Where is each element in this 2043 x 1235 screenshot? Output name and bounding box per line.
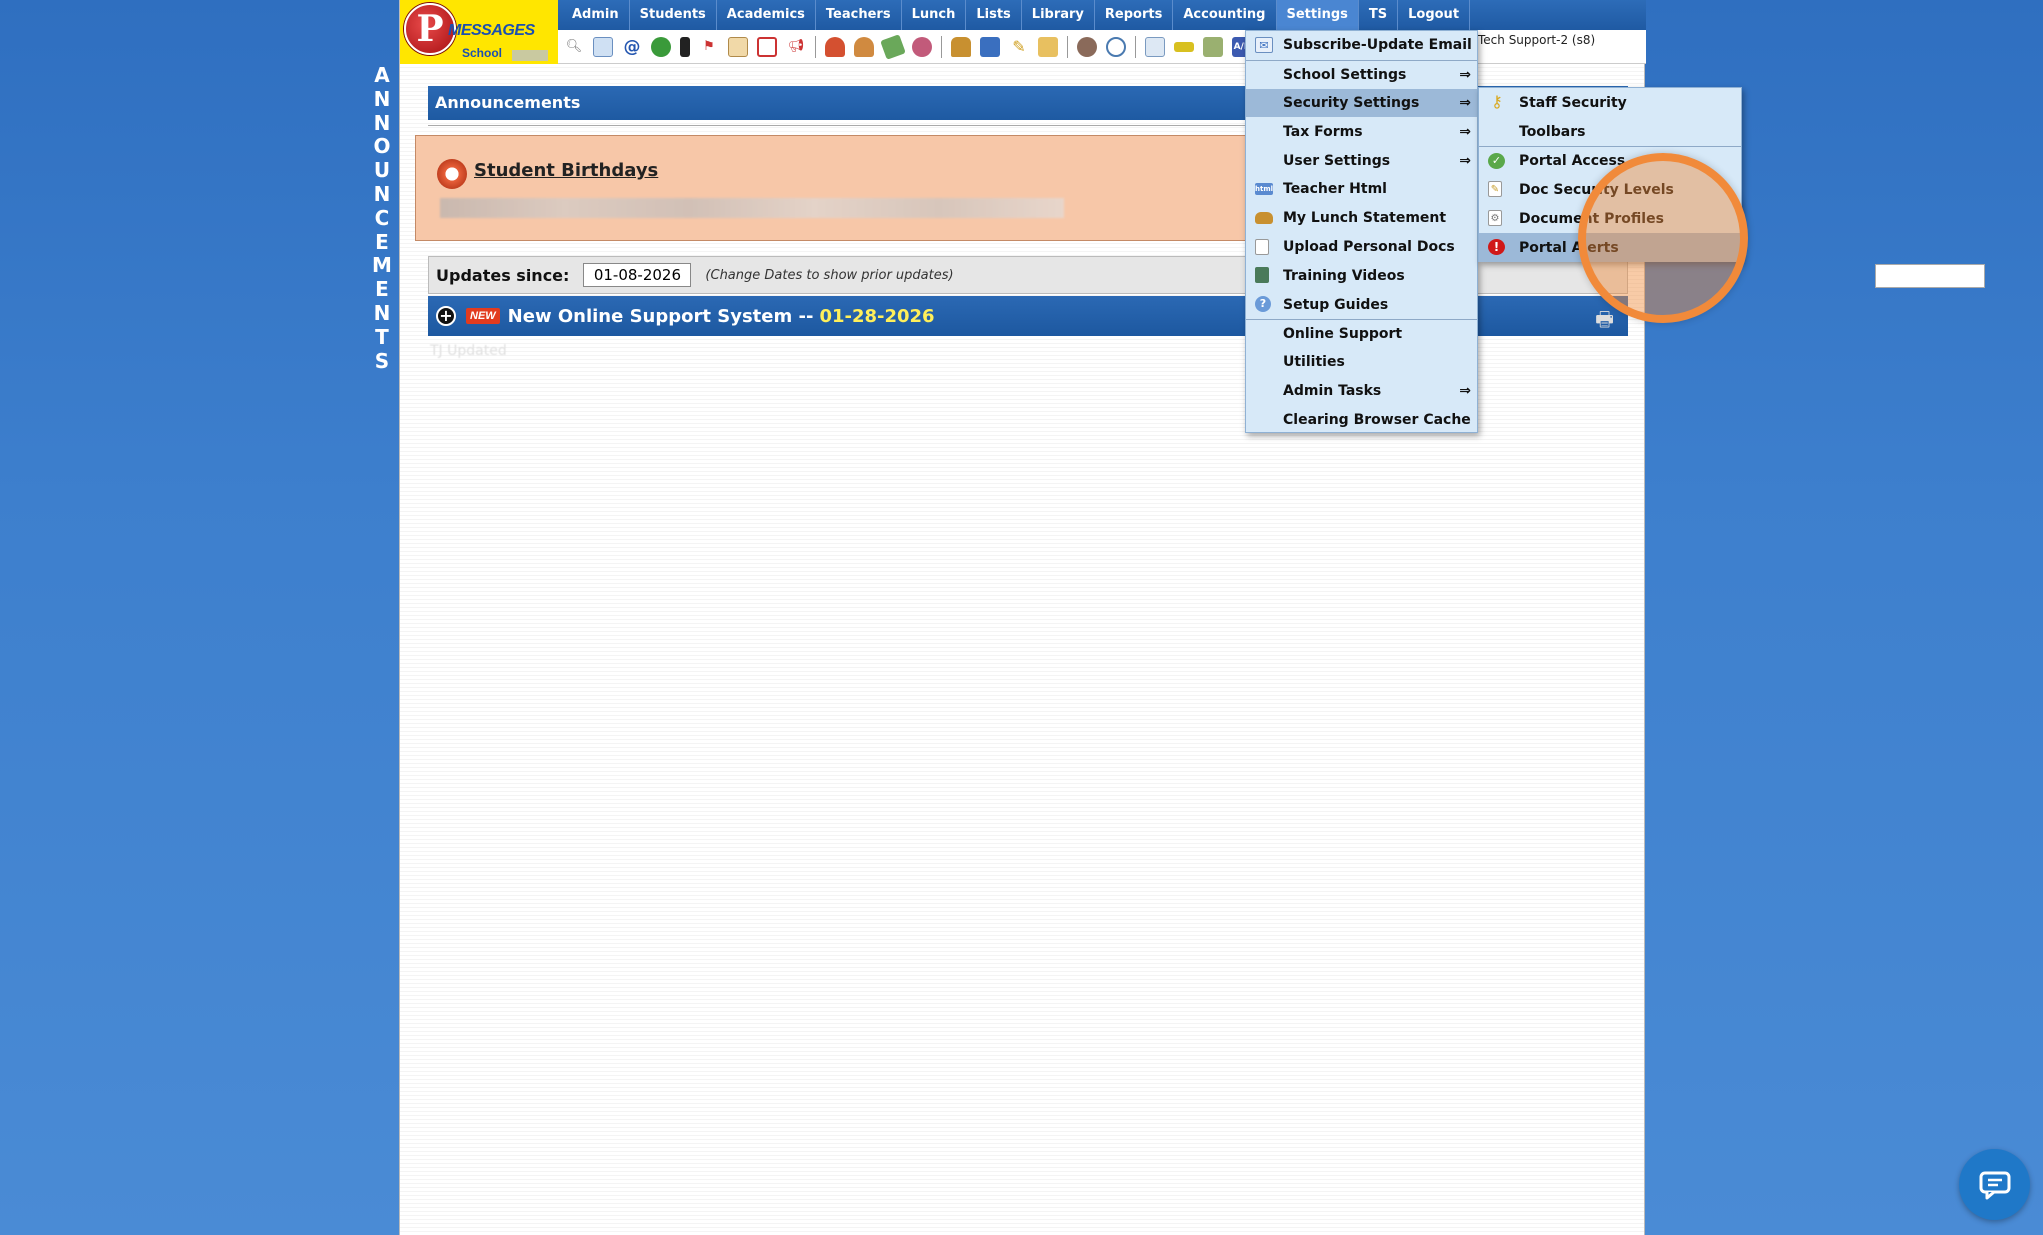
menu-security-settings[interactable]: Security Settings ⇒: [1246, 88, 1477, 118]
app-logo[interactable]: P MESSAGES School: [400, 0, 558, 64]
expand-icon[interactable]: +: [436, 306, 456, 326]
nav-academics[interactable]: Academics: [717, 0, 816, 30]
table-icon[interactable]: [1145, 36, 1165, 57]
chat-icon: [1979, 1171, 2010, 1199]
toolbar-separator: [1067, 35, 1068, 58]
grid-icon[interactable]: [593, 36, 613, 57]
submenu-arrow-icon: ⇒: [1459, 123, 1471, 140]
student-orange-icon[interactable]: [854, 36, 874, 57]
nav-reports[interactable]: Reports: [1095, 0, 1174, 30]
submenu-toolbars[interactable]: Toolbars: [1479, 117, 1741, 146]
menu-upload-personal-docs[interactable]: Upload Personal Docs: [1246, 233, 1477, 262]
menu-school-settings[interactable]: School Settings ⇒: [1246, 59, 1477, 89]
book-icon[interactable]: [980, 36, 1000, 57]
faded-note: TJ Updated: [430, 343, 507, 359]
nav-library[interactable]: Library: [1022, 0, 1095, 30]
nav-students[interactable]: Students: [630, 0, 717, 30]
toolbar-separator: [1135, 35, 1136, 58]
calendar-icon[interactable]: [757, 36, 777, 57]
notepad-icon[interactable]: [728, 36, 748, 57]
document-gear-icon: ⚙: [1488, 210, 1502, 226]
users-icon[interactable]: [912, 36, 932, 57]
student-red-icon[interactable]: [825, 36, 845, 57]
menu-tax-forms[interactable]: Tax Forms ⇒: [1246, 117, 1477, 146]
nav-accounting[interactable]: Accounting: [1173, 0, 1277, 30]
announcements-vertical-title: A N N O U N C E M E N T S: [372, 63, 392, 373]
key-icon: ⚷: [1491, 92, 1503, 111]
birthday-names-redacted: [440, 198, 1064, 218]
flag-icon[interactable]: ⚑: [699, 37, 719, 57]
nav-teachers[interactable]: Teachers: [816, 0, 902, 30]
nav-logout[interactable]: Logout: [1398, 0, 1471, 30]
arrow-note-icon[interactable]: [1038, 36, 1058, 57]
lunch-icon[interactable]: [951, 36, 971, 57]
chat-support-button[interactable]: [1959, 1149, 2030, 1220]
printer-icon[interactable]: 🖶: [1595, 305, 1614, 339]
menu-subscribe-update-email[interactable]: ✉ Subscribe-Update Email: [1246, 31, 1477, 60]
film-icon: [1255, 267, 1269, 284]
submenu-arrow-icon: ⇒: [1459, 382, 1471, 399]
birthday-cake-icon: [437, 159, 467, 189]
magnifier-icon[interactable]: 🔍︎: [564, 37, 584, 57]
nav-lists[interactable]: Lists: [966, 0, 1022, 30]
document-edit-icon: ✎: [1488, 181, 1502, 197]
at-sign-icon[interactable]: @: [622, 37, 642, 57]
clock-icon[interactable]: [1106, 36, 1126, 57]
birthdays-title-link[interactable]: Student Birthdays: [474, 160, 658, 181]
megaphone-icon[interactable]: 📢︎: [786, 37, 806, 57]
burger-icon: [1255, 211, 1273, 224]
settings-dropdown: ✉ Subscribe-Update Email School Settings…: [1245, 30, 1478, 433]
menu-teacher-html[interactable]: html Teacher Html: [1246, 175, 1477, 204]
logo-school-suffix: [512, 50, 548, 61]
logo-brand: MESSAGES: [448, 22, 535, 39]
menu-utilities[interactable]: Utilities: [1246, 348, 1477, 377]
top-navigation: Admin Students Academics Teachers Lunch …: [558, 0, 1646, 30]
submenu-arrow-icon: ⇒: [1459, 94, 1471, 111]
money-icon[interactable]: [880, 33, 906, 60]
staff-icon[interactable]: [1077, 36, 1097, 57]
email-icon: ✉: [1255, 37, 1273, 53]
news-title[interactable]: New Online Support System --: [508, 306, 814, 327]
nav-lunch[interactable]: Lunch: [902, 0, 967, 30]
new-badge: NEW: [466, 308, 500, 324]
nav-admin[interactable]: Admin: [562, 0, 630, 30]
pencil-icon[interactable]: ✎: [1009, 37, 1029, 57]
document-icon: [1255, 238, 1269, 255]
menu-setup-guides[interactable]: ? Setup Guides: [1246, 290, 1477, 319]
nav-settings[interactable]: Settings: [1276, 0, 1359, 30]
menu-admin-tasks[interactable]: Admin Tasks ⇒: [1246, 377, 1477, 406]
logo-school: School: [462, 46, 503, 60]
printer-form-icon[interactable]: [1203, 36, 1223, 57]
menu-online-support[interactable]: Online Support: [1246, 318, 1477, 348]
nav-ts[interactable]: TS: [1359, 0, 1399, 30]
submenu-arrow-icon: ⇒: [1459, 66, 1471, 83]
card-icon[interactable]: [1174, 41, 1194, 52]
chat-bubble-icon[interactable]: [651, 36, 671, 57]
search-input[interactable]: [1875, 264, 1985, 288]
updates-hint: (Change Dates to show prior updates): [705, 267, 954, 283]
alert-icon: !: [1488, 239, 1505, 255]
mobile-phone-icon[interactable]: [680, 36, 690, 57]
menu-my-lunch-statement[interactable]: My Lunch Statement: [1246, 204, 1477, 233]
menu-user-settings[interactable]: User Settings ⇒: [1246, 146, 1477, 175]
current-user: Tech Support-2 (s8): [1478, 33, 1596, 47]
toolbar-separator: [941, 35, 942, 58]
submenu-arrow-icon: ⇒: [1459, 152, 1471, 169]
updates-date-input[interactable]: 01-08-2026: [583, 263, 692, 287]
updates-since-label: Updates since:: [436, 265, 570, 285]
check-circle-icon: ✓: [1488, 153, 1505, 169]
help-icon: ?: [1255, 296, 1271, 313]
toolbar-separator: [815, 35, 816, 58]
submenu-staff-security[interactable]: ⚷ Staff Security: [1479, 88, 1741, 117]
html-icon: html: [1255, 182, 1274, 195]
news-date: 01-28-2026: [819, 305, 935, 327]
menu-clearing-browser-cache[interactable]: Clearing Browser Cache: [1246, 405, 1477, 434]
menu-training-videos[interactable]: Training Videos: [1246, 261, 1477, 290]
click-highlight-circle: [1578, 153, 1748, 323]
